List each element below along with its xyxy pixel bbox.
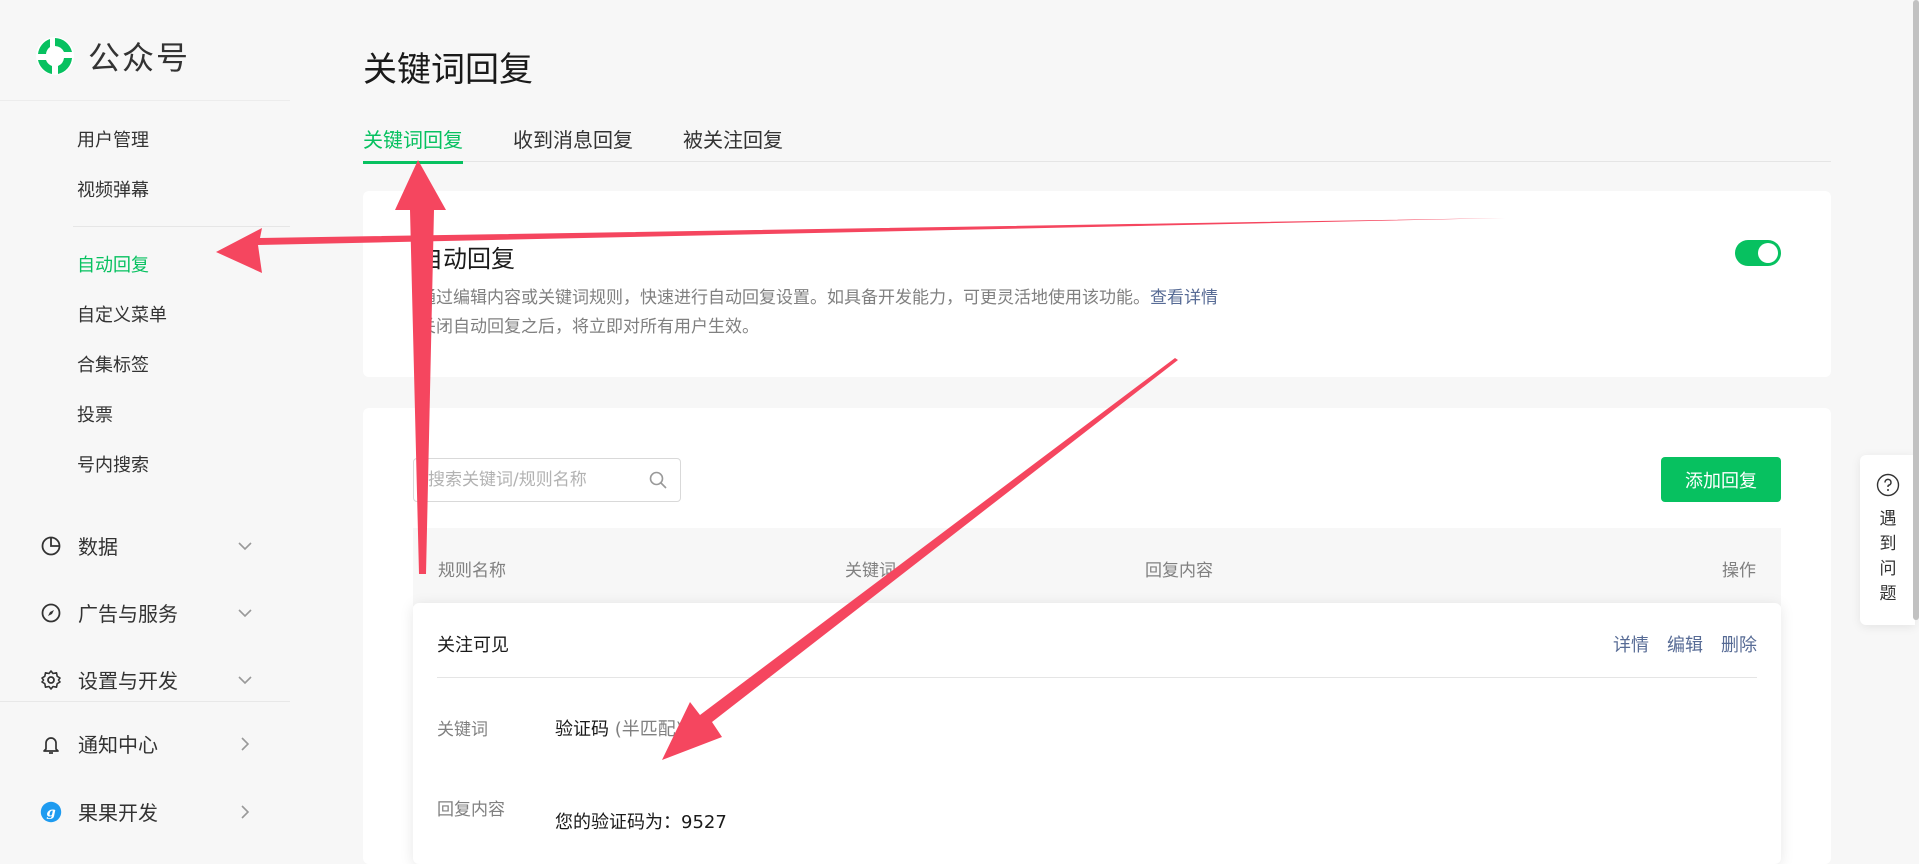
rule-detail-panel: 关注可见 详情 编辑 删除 关键词 验证码 (半匹配) 回复内容 您的验证码为：… (413, 603, 1781, 864)
brand-logo[interactable]: 公众号 (34, 33, 190, 79)
sidebar-item-collection-tags[interactable]: 合集标签 (77, 351, 149, 377)
divider (0, 100, 290, 101)
sidebar-group-label: 广告与服务 (78, 602, 178, 626)
sidebar-item-video-danmaku[interactable]: 视频弹幕 (77, 176, 149, 202)
page-title: 关键词回复 (363, 50, 533, 90)
help-label: 遇到问题 (1879, 509, 1897, 604)
tab-label: 关键词回复 (363, 128, 463, 152)
tab-bar: 关键词回复 收到消息回复 被关注回复 (363, 124, 1831, 164)
view-details-link[interactable]: 查看详情 (1150, 288, 1218, 308)
sidebar-group-guoguo-dev[interactable]: g 果果开发 (40, 797, 255, 826)
scrollbar[interactable] (1913, 0, 1919, 620)
sidebar-item-vote[interactable]: 投票 (77, 401, 113, 427)
search-box[interactable] (413, 458, 681, 502)
chevron-down-icon (238, 541, 252, 550)
auto-reply-toggle[interactable] (1735, 240, 1781, 266)
divider (73, 226, 290, 227)
chevron-right-icon (241, 736, 250, 751)
auto-reply-note: 关闭自动回复之后，将立即对所有用户生效。 (419, 317, 759, 337)
sidebar-group-ads-services[interactable]: 广告与服务 (40, 598, 255, 627)
sidebar-group-label: 通知中心 (78, 733, 158, 757)
column-header-action: 操作 (1722, 561, 1756, 581)
reply-value: 您的验证码为：9527 (555, 812, 727, 833)
app-logo-icon: g (40, 801, 62, 823)
question-icon (1876, 473, 1900, 497)
edit-link[interactable]: 编辑 (1667, 631, 1703, 657)
auto-reply-card: 自动回复 通过编辑内容或关键词规则，快速进行自动回复设置。如具备开发能力，可更灵… (363, 191, 1831, 377)
sidebar-item-auto-reply[interactable]: 自动回复 (77, 251, 149, 277)
gear-icon (40, 669, 62, 691)
bell-icon (40, 733, 62, 755)
sidebar-item-user-management[interactable]: 用户管理 (77, 126, 149, 152)
toggle-knob (1758, 243, 1778, 263)
divider (0, 701, 290, 702)
keyword-value: 验证码 (半匹配) (555, 715, 683, 741)
keyword-text: 验证码 (555, 719, 609, 740)
sidebar-group-data[interactable]: 数据 (40, 531, 255, 560)
sidebar-group-label: 数据 (78, 535, 118, 559)
rule-actions: 详情 编辑 删除 (1613, 631, 1757, 657)
chevron-down-icon (238, 608, 252, 617)
sidebar-group-label: 果果开发 (78, 801, 158, 825)
column-header-keyword: 关键词 (845, 561, 896, 581)
rule-name: 关注可见 (437, 635, 509, 656)
details-link[interactable]: 详情 (1613, 631, 1649, 657)
match-type: (半匹配) (614, 719, 683, 740)
sidebar-item-custom-menu[interactable]: 自定义菜单 (77, 301, 167, 327)
tab-follow-reply[interactable]: 被关注回复 (683, 124, 783, 153)
delete-link[interactable]: 删除 (1721, 631, 1757, 657)
description-text: 通过编辑内容或关键词规则，快速进行自动回复设置。如具备开发能力，可更灵活地使用该… (419, 288, 1150, 308)
sidebar-group-label: 设置与开发 (78, 669, 178, 693)
table-header: 规则名称 关键词 回复内容 操作 (413, 528, 1781, 606)
help-float-button[interactable]: 遇到问题 (1860, 455, 1915, 625)
auto-reply-description: 通过编辑内容或关键词规则，快速进行自动回复设置。如具备开发能力，可更灵活地使用该… (419, 283, 1218, 308)
tab-message-reply[interactable]: 收到消息回复 (513, 124, 633, 153)
tab-active-underline (363, 161, 463, 164)
wechat-mp-logo-icon (36, 37, 74, 75)
search-icon[interactable] (648, 470, 668, 490)
brand-name: 公众号 (88, 39, 191, 77)
compass-icon (40, 602, 62, 624)
auto-reply-title: 自动回复 (419, 245, 515, 273)
reply-label: 回复内容 (437, 800, 505, 820)
chevron-right-icon (241, 804, 250, 819)
sidebar: 公众号 用户管理 视频弹幕 自动回复 自定义菜单 合集标签 投票 号内搜索 数据… (0, 0, 290, 864)
keyword-label: 关键词 (437, 720, 488, 740)
column-header-rule-name: 规则名称 (438, 561, 506, 581)
divider (437, 677, 1757, 678)
sidebar-group-notifications[interactable]: 通知中心 (40, 729, 255, 758)
column-header-reply: 回复内容 (1145, 561, 1213, 581)
svg-text:g: g (46, 804, 55, 820)
chevron-down-icon (238, 675, 252, 684)
pie-chart-icon (40, 535, 62, 557)
sidebar-group-settings-dev[interactable]: 设置与开发 (40, 665, 255, 694)
tab-keyword-reply[interactable]: 关键词回复 (363, 124, 463, 164)
add-reply-button[interactable]: 添加回复 (1661, 457, 1781, 502)
search-input[interactable] (428, 459, 638, 501)
sidebar-item-in-account-search[interactable]: 号内搜索 (77, 451, 149, 477)
